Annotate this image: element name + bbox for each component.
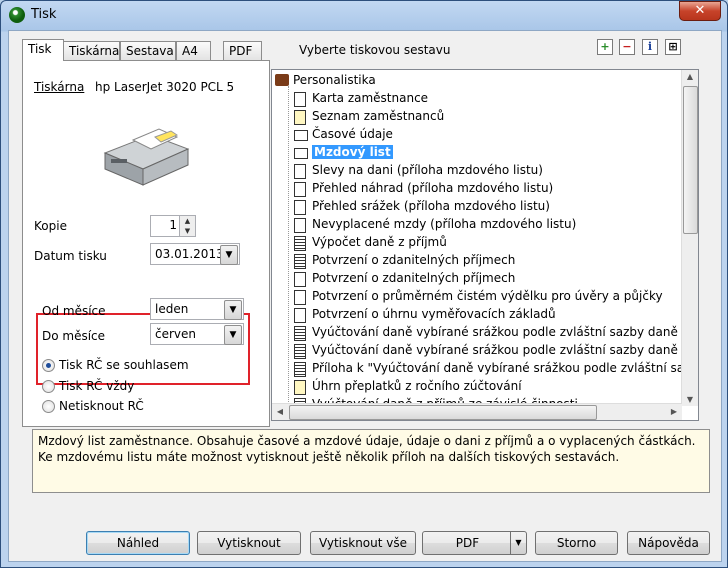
print-date-picker[interactable]: 03.01.2013 ▼ (150, 243, 240, 265)
help-button[interactable]: Nápověda (627, 531, 710, 555)
book-icon (275, 74, 289, 86)
print-tab-panel: Tiskárna hp LaserJet 3020 PCL 5 Kopie 1 … (22, 60, 270, 427)
tree-item-label: Karta zaměstnance (312, 91, 429, 105)
tree-item-label: Příloha k "Vyúčtování daně vybírané sráž… (312, 361, 682, 375)
to-month-value: červen (155, 327, 197, 341)
document-icon (294, 290, 306, 305)
tree-item-label: Seznam zaměstnanců (312, 109, 445, 123)
radio-label: Tisk RČ se souhlasem (59, 358, 189, 372)
print-date-label: Datum tisku (34, 249, 107, 263)
vertical-scrollbar[interactable]: ▲ ▼ (681, 70, 698, 406)
tree-item-label: Přehled náhrad (příloha mzdového listu) (312, 181, 554, 195)
scroll-up-icon[interactable]: ▲ (682, 72, 698, 81)
tree-item-label: Potvrzení o zdanitelných příjmech (312, 253, 516, 267)
document-icon (294, 236, 306, 251)
tree-item-label: Časové údaje (312, 127, 393, 141)
app-icon (9, 7, 25, 23)
tab-tiskarna[interactable]: Tiskárna (63, 41, 120, 60)
from-month-value: leden (155, 302, 189, 316)
print-all-button[interactable]: Vytisknout vše (310, 531, 416, 555)
to-month-select[interactable]: červen ▼ (150, 323, 244, 345)
remove-icon[interactable]: − (619, 39, 635, 55)
printer-link[interactable]: Tiskárna (34, 80, 84, 94)
document-icon (294, 164, 306, 179)
document-icon (294, 218, 306, 233)
document-icon (294, 362, 306, 377)
document-icon (294, 182, 306, 197)
pdf-button-label: PDF (455, 536, 480, 550)
folder-icon (294, 130, 308, 141)
copies-value: 1 (169, 218, 177, 232)
add-icon[interactable]: + (597, 39, 613, 55)
printer-icon (103, 128, 190, 186)
scroll-down-icon[interactable]: ▼ (682, 395, 698, 404)
document-icon (294, 308, 306, 323)
scroll-thumb[interactable] (289, 405, 597, 420)
print-dialog: Tisk ✕ Tisk Tiskárna Sestava A4 PDF Vybe… (0, 0, 728, 568)
document-icon (294, 254, 306, 269)
pdf-button[interactable]: PDF ▼ (422, 531, 527, 555)
report-description: Mzdový list zaměstnance. Obsahuje časové… (32, 429, 710, 493)
dropdown-arrow-icon[interactable]: ▼ (510, 532, 526, 554)
printer-name: hp LaserJet 3020 PCL 5 (95, 80, 235, 94)
folder-icon (294, 148, 308, 159)
report-caption: Vyberte tiskovou sestavu (299, 43, 451, 57)
radio-label: Tisk RČ vždy (59, 379, 135, 393)
copies-spinner[interactable]: 1 ▲ ▼ (150, 215, 196, 237)
radio-unchecked-icon[interactable] (42, 380, 55, 393)
tree-item-label: Potvrzení o průměrném čistém výdělku pro… (312, 289, 663, 303)
tree-item-label: Vyúčtování daně vybírané srážkou podle z… (312, 325, 678, 339)
chevron-down-icon[interactable]: ▼ (220, 245, 238, 265)
tree-item-label: Úhrn přeplatků z ročního zúčtování (312, 379, 522, 393)
tab-sestava[interactable]: Sestava (120, 41, 176, 60)
document-icon (294, 92, 306, 107)
radio-unchecked-icon[interactable] (42, 400, 55, 413)
document-icon (294, 110, 306, 125)
horizontal-scrollbar[interactable]: ◀ ▶ (272, 403, 682, 420)
tree-item-label: Vyúčtování daně vybírané srážkou podle z… (312, 343, 682, 357)
radio-checked-icon[interactable] (42, 359, 55, 372)
cancel-button[interactable]: Storno (535, 531, 618, 555)
document-icon (294, 344, 306, 359)
from-month-label: Od měsíce (42, 304, 106, 318)
window-title: Tisk (31, 7, 57, 22)
tree-item-label: Potvrzení o úhrnu vyměřovacích základů (312, 307, 556, 321)
tree-item-label: Mzdový list (311, 144, 394, 160)
settings-icon[interactable]: ⊞ (665, 39, 681, 55)
copies-label: Kopie (34, 219, 67, 233)
tree-item-label: Výpočet daně z příjmů (312, 235, 447, 249)
close-button[interactable]: ✕ (679, 1, 721, 21)
tab-pdf[interactable]: PDF (223, 41, 262, 60)
dialog-client: Tisk Tiskárna Sestava A4 PDF Vyberte tis… (8, 30, 722, 562)
title-bar[interactable]: Tisk ✕ (1, 1, 727, 29)
report-tree[interactable]: Personalistika Karta zaměstnance Seznam z… (271, 69, 699, 421)
tree-item-label: Nevyplacené mzdy (příloha mzdového listu… (312, 217, 577, 231)
tab-a4[interactable]: A4 (176, 41, 211, 60)
preview-button[interactable]: Náhled (86, 531, 190, 555)
scroll-left-icon[interactable]: ◀ (272, 407, 288, 416)
tree-guide-line (288, 86, 290, 404)
chevron-down-icon[interactable]: ▼ (224, 325, 242, 345)
tree-root-label: Personalistika (293, 73, 376, 87)
tab-tisk[interactable]: Tisk (22, 39, 64, 61)
tree-body: Personalistika Karta zaměstnance Seznam z… (272, 70, 682, 406)
tree-item-label: Přehled srážek (příloha mzdového listu) (312, 199, 550, 213)
scroll-thumb[interactable] (683, 86, 698, 234)
scroll-right-icon[interactable]: ▶ (666, 407, 682, 416)
print-date-value: 03.01.2013 (155, 247, 224, 261)
chevron-down-icon[interactable]: ▼ (224, 300, 242, 320)
tree-item-label: Potvrzení o zdanitelných příjmech (312, 271, 516, 285)
spin-arrows-icon[interactable]: ▲ ▼ (179, 216, 195, 236)
radio-label: Netisknout RČ (59, 399, 144, 413)
print-button[interactable]: Vytisknout (197, 531, 301, 555)
document-icon (294, 326, 306, 341)
document-icon (294, 380, 306, 395)
info-icon[interactable]: i (642, 39, 658, 55)
from-month-select[interactable]: leden ▼ (150, 298, 244, 320)
to-month-label: Do měsíce (42, 329, 106, 343)
document-icon (294, 272, 306, 287)
tree-item-label: Slevy na dani (příloha mzdového listu) (312, 163, 543, 177)
document-icon (294, 200, 306, 215)
